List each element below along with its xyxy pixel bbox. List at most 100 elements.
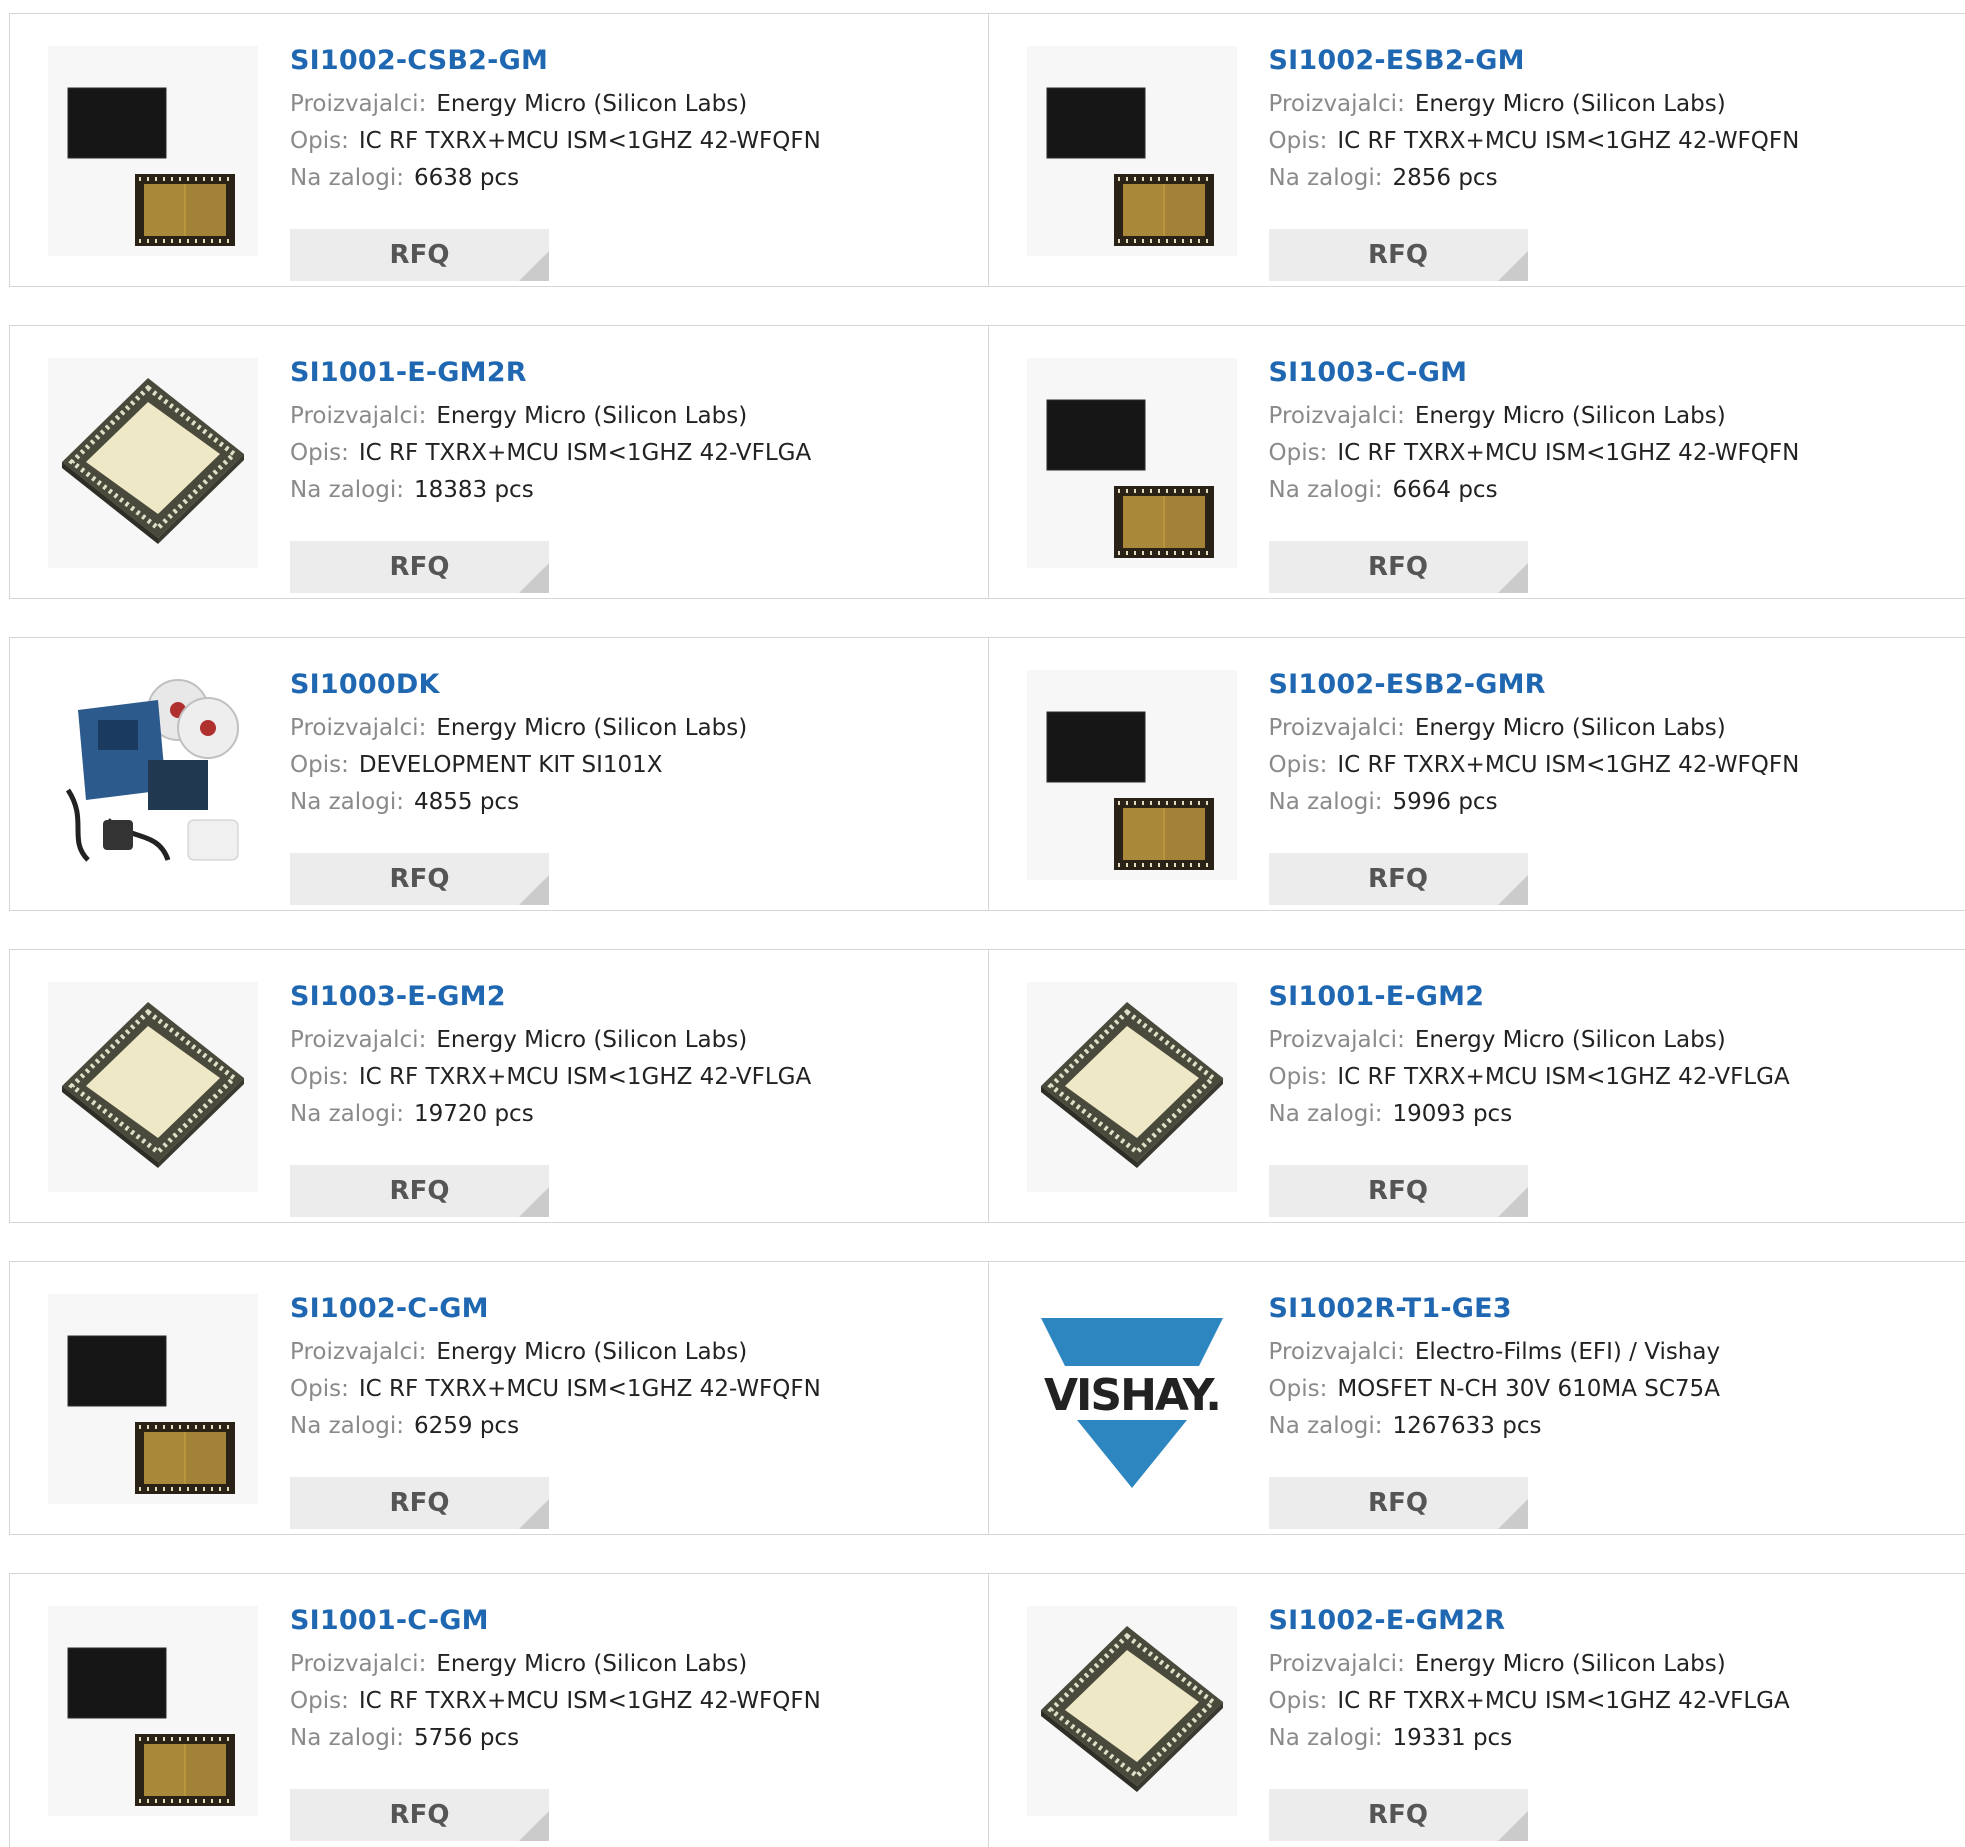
stock-label: Na zalogi: <box>290 789 404 815</box>
stock-line: Na zalogi: 18383 pcs <box>290 472 970 509</box>
stock-value: 6638 pcs <box>414 165 519 191</box>
stock-value: 19720 pcs <box>414 1101 534 1127</box>
stock-value: 1267633 pcs <box>1392 1413 1541 1439</box>
product-name-link[interactable]: SI1000DK <box>290 668 970 702</box>
description-line: Opis:IC RF TXRX+MCU ISM<1GHZ 42-WFQFN <box>1269 747 1949 784</box>
product-info: SI1000DK Proizvajalci: Energy Micro (Silic… <box>290 668 970 821</box>
rfq-button[interactable]: RFQ <box>1269 1165 1528 1217</box>
product-image[interactable] <box>48 670 258 880</box>
description-line: Opis:IC RF TXRX+MCU ISM<1GHZ 42-WFQFN <box>290 1683 970 1720</box>
rfq-button[interactable]: RFQ <box>1269 541 1528 593</box>
description-label: Opis: <box>1269 440 1328 466</box>
product-info: SI1002R-T1-GE3Proizvajalci:Electro-Films… <box>1269 1292 1949 1445</box>
product-name-link[interactable]: SI1002-E-GM2R <box>1269 1604 1949 1638</box>
product-image[interactable] <box>48 358 258 568</box>
corner-triangle-icon <box>519 1499 549 1529</box>
product-name-link[interactable]: SI1002-CSB2-GM <box>290 44 970 78</box>
stock-label: Na zalogi: <box>1269 1725 1383 1751</box>
manufacturer-value: Energy Micro (Silicon Labs) <box>436 91 747 117</box>
corner-triangle-icon <box>1498 1811 1528 1841</box>
rfq-button[interactable]: RFQ <box>290 853 549 905</box>
corner-triangle-icon <box>519 251 549 281</box>
rfq-button[interactable]: RFQ <box>290 229 549 281</box>
stock-label: Na zalogi: <box>1269 165 1383 191</box>
manufacturer-label: Proizvajalci: <box>290 715 426 741</box>
product-image[interactable] <box>1027 1606 1237 1816</box>
rfq-button[interactable]: RFQ <box>290 541 549 593</box>
rfq-button[interactable]: RFQ <box>1269 1789 1528 1841</box>
stock-line: Na zalogi:19093 pcs <box>1269 1096 1949 1133</box>
rfq-button[interactable]: RFQ <box>1269 853 1528 905</box>
stock-line: Na zalogi: 19331 pcs <box>1269 1720 1949 1757</box>
product-name-link[interactable]: SI1002-ESB2-GMR <box>1269 668 1949 702</box>
product-name-link[interactable]: SI1002R-T1-GE3 <box>1269 1292 1949 1326</box>
stock-line: Na zalogi:5996 pcs <box>1269 784 1949 821</box>
stock-label: Na zalogi: <box>1269 477 1383 503</box>
product-info: SI1002-ESB2-GMRProizvajalci:Energy Micro… <box>1269 668 1949 821</box>
description-value: IC RF TXRX+MCU ISM<1GHZ 42-VFLGA <box>359 1064 811 1090</box>
manufacturer-line: Proizvajalci: Energy Micro (Silicon Labs) <box>290 710 970 747</box>
corner-triangle-icon <box>1498 1499 1528 1529</box>
product-name-link[interactable]: SI1003-C-GM <box>1269 356 1949 390</box>
stock-value: 6259 pcs <box>414 1413 519 1439</box>
manufacturer-label: Proizvajalci: <box>1269 91 1405 117</box>
manufacturer-value: Energy Micro (Silicon Labs) <box>436 1027 747 1053</box>
product-card: VISHAY. SI1002R-T1-GE3Proizvajalci:Elect… <box>988 1262 1965 1534</box>
manufacturer-line: Proizvajalci: Energy Micro (Silicon Labs) <box>290 1022 970 1059</box>
manufacturer-value: Energy Micro (Silicon Labs) <box>436 1339 747 1365</box>
product-name-link[interactable]: SI1001-E-GM2 <box>1269 980 1949 1014</box>
stock-value: 19331 pcs <box>1392 1725 1512 1751</box>
product-name-link[interactable]: SI1002-C-GM <box>290 1292 970 1326</box>
corner-triangle-icon <box>1498 875 1528 905</box>
rfq-button[interactable]: RFQ <box>1269 229 1528 281</box>
description-value: IC RF TXRX+MCU ISM<1GHZ 42-VFLGA <box>359 440 811 466</box>
product-image[interactable] <box>1027 670 1237 880</box>
manufacturer-value: Energy Micro (Silicon Labs) <box>436 715 747 741</box>
product-info: SI1002-ESB2-GMProizvajalci:Energy Micro … <box>1269 44 1949 197</box>
description-label: Opis: <box>290 440 349 466</box>
corner-triangle-icon <box>1498 563 1528 593</box>
description-value: IC RF TXRX+MCU ISM<1GHZ 42-VFLGA <box>1337 1064 1789 1090</box>
rfq-button[interactable]: RFQ <box>1269 1477 1528 1529</box>
manufacturer-line: Proizvajalci:Energy Micro (Silicon Labs) <box>1269 1646 1949 1683</box>
manufacturer-label: Proizvajalci: <box>290 1339 426 1365</box>
corner-triangle-icon <box>519 1811 549 1841</box>
stock-value: 18383 pcs <box>414 477 534 503</box>
rfq-button[interactable]: RFQ <box>290 1165 549 1217</box>
product-image[interactable] <box>48 1606 258 1816</box>
stock-value: 6664 pcs <box>1392 477 1497 503</box>
rfq-button[interactable]: RFQ <box>290 1477 549 1529</box>
product-image[interactable] <box>48 982 258 1192</box>
description-label: Opis: <box>290 1376 349 1402</box>
product-card: SI1002-C-GM Proizvajalci: Energy Micro (Si… <box>10 1262 988 1534</box>
description-label: Opis: <box>290 128 349 154</box>
stock-line: Na zalogi:4855 pcs <box>290 784 970 821</box>
manufacturer-label: Proizvajalci: <box>290 1027 426 1053</box>
vishay-logo[interactable]: VISHAY. <box>1027 1294 1237 1504</box>
product-name-link[interactable]: SI1001-E-GM2R <box>290 356 970 390</box>
manufacturer-line: Proizvajalci:Energy Micro (Silicon Labs) <box>1269 1022 1949 1059</box>
product-name-link[interactable]: SI1003-E-GM2 <box>290 980 970 1014</box>
stock-line: Na zalogi:1267633 pcs <box>1269 1408 1949 1445</box>
product-image[interactable] <box>48 46 258 256</box>
product-row: SI1001-C-GM Proizvajalci:Energy Micro (Si… <box>9 1573 1965 1847</box>
description-value: DEVELOPMENT KIT SI101X <box>359 752 663 778</box>
description-value: MOSFET N-CH 30V 610MA SC75A <box>1337 1376 1720 1402</box>
product-image[interactable] <box>48 1294 258 1504</box>
product-name-link[interactable]: SI1002-ESB2-GM <box>1269 44 1949 78</box>
description-line: Opis:DEVELOPMENT KIT SI101X <box>290 747 970 784</box>
product-image[interactable] <box>1027 358 1237 568</box>
stock-label: Na zalogi: <box>290 477 404 503</box>
stock-value: 5756 pcs <box>414 1725 519 1751</box>
product-card: SI1003-C-GMProizvajalci:Energy Micro (Si… <box>988 326 1965 598</box>
product-image[interactable] <box>1027 46 1237 256</box>
rfq-button-label: RFQ <box>1368 1488 1428 1518</box>
product-image[interactable] <box>1027 982 1237 1192</box>
manufacturer-label: Proizvajalci: <box>1269 403 1405 429</box>
product-row: SI1002-CSB2-GM Proizvajalci: Energy Micro … <box>9 13 1965 287</box>
product-name-link[interactable]: SI1001-C-GM <box>290 1604 970 1638</box>
stock-line: Na zalogi:6259 pcs <box>290 1408 970 1445</box>
manufacturer-line: Proizvajalci: Energy Micro (Silicon Labs) <box>290 1334 970 1371</box>
manufacturer-value: Electro-Films (EFI) / Vishay <box>1415 1339 1720 1365</box>
rfq-button[interactable]: RFQ <box>290 1789 549 1841</box>
